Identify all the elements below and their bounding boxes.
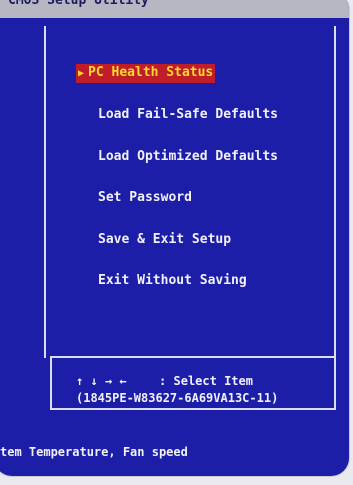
menu-item-label: Exit Without Saving xyxy=(98,273,247,288)
bios-screen: CMOS Setup Utility ▶ PC Health Status Loa… xyxy=(0,0,349,476)
bios-id-string: (1845PE-W83627-6A69VA13C-11) xyxy=(76,390,278,406)
menu-item-load-optimized-defaults[interactable]: Load Optimized Defaults xyxy=(98,148,278,166)
menu-item-label: Save & Exit Setup xyxy=(98,232,232,247)
help-border-bottom xyxy=(50,408,336,410)
menu-item-label: Set Password xyxy=(98,190,192,205)
menu-border-right xyxy=(334,26,336,358)
menu-item-set-password[interactable]: Set Password xyxy=(98,189,192,207)
menu-item-load-fail-safe-defaults[interactable]: Load Fail-Safe Defaults xyxy=(98,106,278,124)
title-text: CMOS Setup Utility xyxy=(8,0,149,8)
status-bar: tem Temperature, Fan speed xyxy=(0,430,349,476)
menu-border-left xyxy=(44,26,46,358)
menu-item-label: Load Fail-Safe Defaults xyxy=(98,107,279,122)
arrow-keys-icon: ↑ ↓ → ← xyxy=(76,374,127,388)
status-text: tem Temperature, Fan speed xyxy=(0,445,188,459)
menu-item-label: Load Optimized Defaults xyxy=(98,149,279,164)
title-bar: CMOS Setup Utility xyxy=(0,0,349,18)
selection-arrow-icon: ▶ xyxy=(78,68,85,79)
photo-frame: CMOS Setup Utility ▶ PC Health Status Loa… xyxy=(0,0,353,485)
bios-id-text: (1845PE-W83627-6A69VA13C-11) xyxy=(76,391,279,405)
menu-item-save-exit-setup[interactable]: Save & Exit Setup xyxy=(98,231,231,249)
menu-border-bottom xyxy=(50,356,336,358)
help-border-left xyxy=(50,356,52,410)
help-action-text: : Select Item xyxy=(159,374,253,388)
menu-item-pc-health-status[interactable]: ▶ PC Health Status xyxy=(76,64,216,83)
help-border-right xyxy=(334,356,336,410)
help-keys-line: ↑ ↓ → ← : Select Item xyxy=(76,373,253,389)
menu-item-label: PC Health Status xyxy=(88,65,214,80)
menu-item-exit-without-saving[interactable]: Exit Without Saving xyxy=(98,272,247,290)
